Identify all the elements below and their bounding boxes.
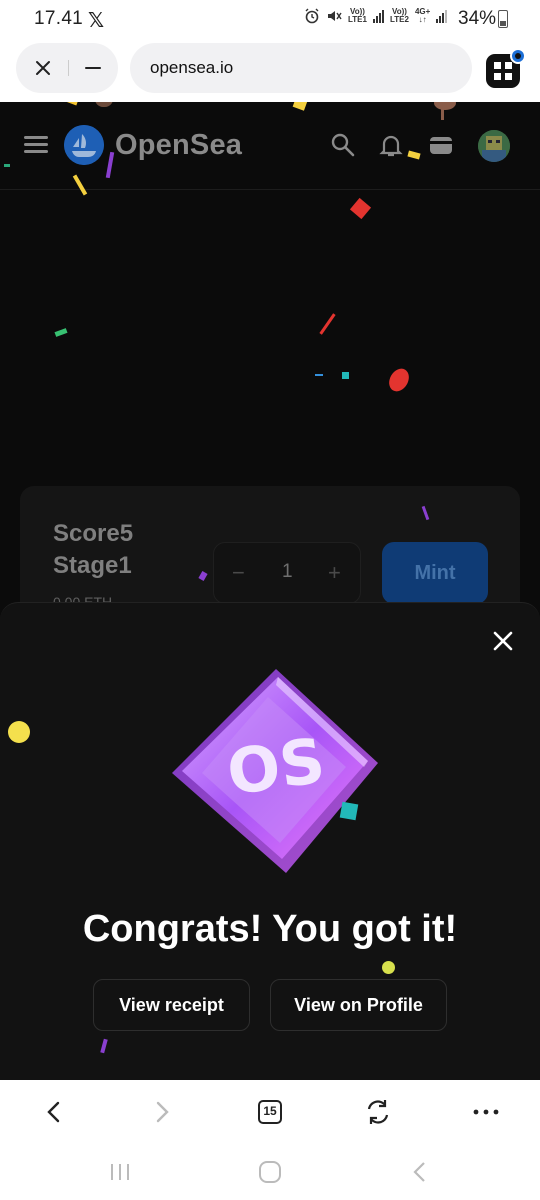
browser-url-bar: opensea.io xyxy=(0,38,540,102)
avatar[interactable] xyxy=(478,130,510,162)
quantity-value: 1 xyxy=(282,561,293,582)
tab-actions xyxy=(16,43,118,93)
decrease-button[interactable]: − xyxy=(232,560,245,586)
opensea-page: OpenSea Score5 Stage1 0.00 ETH − 1 + Min… xyxy=(0,102,540,1080)
confetti-piece xyxy=(315,374,323,376)
status-bar: 17.41 𝕏 Vo)) LTE1 Vo)) LTE2 4G+ ↓↑ 34% xyxy=(0,0,540,38)
battery-icon xyxy=(498,10,508,28)
brand-name[interactable]: OpenSea xyxy=(115,129,242,162)
mute-icon xyxy=(328,11,342,21)
x-app-icon: 𝕏 xyxy=(88,10,105,32)
opensea-logo-icon[interactable] xyxy=(64,125,104,165)
badge-text: OS xyxy=(223,724,330,810)
confetti-piece xyxy=(8,721,30,743)
status-icons: Vo)) LTE1 Vo)) LTE2 4G+ ↓↑ xyxy=(304,7,448,24)
tabs-button[interactable]: 15 xyxy=(252,1094,288,1130)
refresh-icon[interactable] xyxy=(360,1094,396,1130)
increase-button[interactable]: + xyxy=(328,560,341,586)
confetti-piece xyxy=(349,197,372,220)
site-header: OpenSea xyxy=(0,102,540,190)
confetti-piece xyxy=(385,365,413,395)
back-icon[interactable] xyxy=(36,1094,72,1130)
minimize-tab-icon[interactable] xyxy=(80,55,106,81)
os-badge-cube-icon: OS xyxy=(172,669,378,873)
more-icon[interactable] xyxy=(468,1094,504,1130)
network-lte1-label: Vo)) LTE1 xyxy=(348,7,367,24)
signal-icon-2 xyxy=(436,9,448,23)
alarm-icon xyxy=(305,8,319,24)
signal-icon xyxy=(372,9,384,23)
forward-icon[interactable] xyxy=(144,1094,180,1130)
confetti-piece xyxy=(4,164,10,167)
mint-button[interactable]: Mint xyxy=(382,542,488,604)
confetti-piece xyxy=(100,1038,108,1054)
network-lte2-label: Vo)) LTE2 xyxy=(389,7,409,24)
search-icon[interactable] xyxy=(330,132,356,158)
extension-icon[interactable] xyxy=(484,46,528,90)
back-nav-icon[interactable] xyxy=(406,1158,434,1186)
view-on-profile-button[interactable]: View on Profile xyxy=(270,979,447,1031)
battery-percent: 34% xyxy=(458,8,497,29)
view-receipt-button[interactable]: View receipt xyxy=(93,979,250,1031)
bell-icon[interactable] xyxy=(378,132,404,158)
recent-apps-icon[interactable] xyxy=(106,1158,134,1186)
close-icon[interactable] xyxy=(488,626,518,656)
confetti-piece xyxy=(339,801,359,821)
wallet-icon[interactable] xyxy=(428,132,454,158)
status-time: 17.41 xyxy=(34,8,84,29)
url-text: opensea.io xyxy=(150,58,234,77)
tab-count: 15 xyxy=(263,1104,277,1118)
address-bar[interactable]: opensea.io xyxy=(130,43,472,93)
collection-title: Score5 Stage1 xyxy=(53,520,134,579)
confetti-piece xyxy=(441,106,444,120)
system-nav-bar xyxy=(0,1144,540,1200)
browser-bottom-nav: 15 xyxy=(0,1080,540,1144)
confetti-piece xyxy=(382,961,395,974)
confetti-piece xyxy=(319,313,336,335)
confetti-piece xyxy=(342,372,349,379)
home-icon[interactable] xyxy=(256,1158,284,1186)
success-modal: OS Congrats! You got it! View receipt Vi… xyxy=(0,602,540,1080)
divider xyxy=(68,60,69,76)
network-4g-label: 4G+ ↓↑ xyxy=(414,7,431,24)
confetti-piece xyxy=(54,328,68,337)
quantity-stepper: − 1 + xyxy=(213,542,361,604)
congrats-heading: Congrats! You got it! xyxy=(82,908,458,950)
menu-icon[interactable] xyxy=(24,136,48,156)
close-tab-icon[interactable] xyxy=(30,55,56,81)
